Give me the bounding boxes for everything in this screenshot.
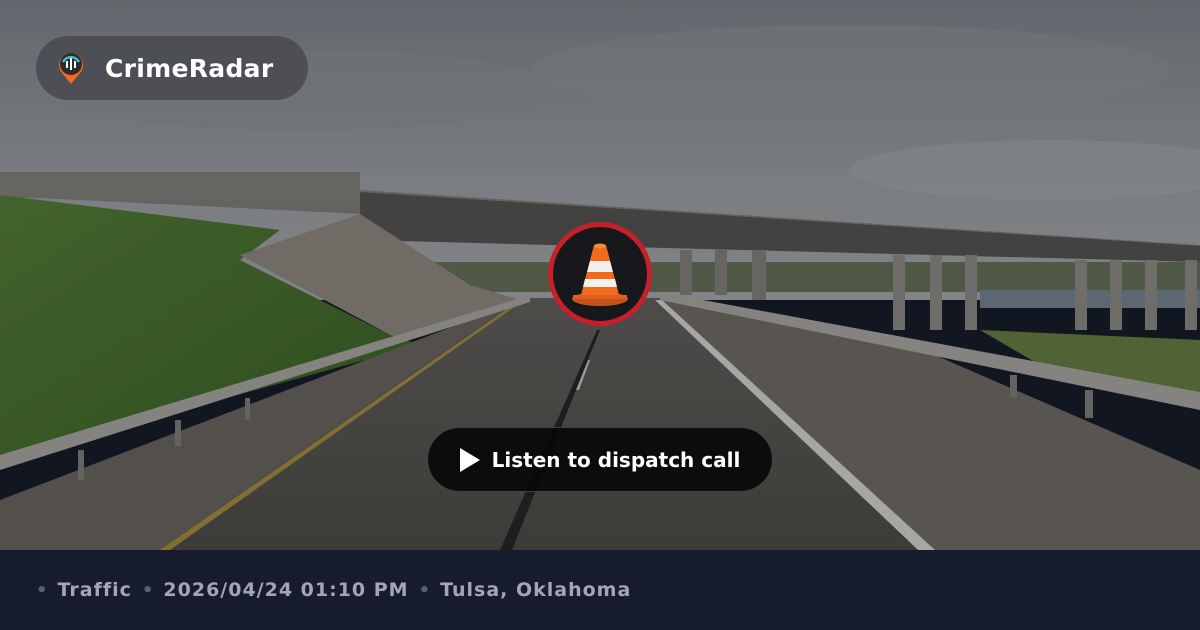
listen-dispatch-button[interactable]: Listen to dispatch call bbox=[427, 427, 773, 492]
meta-datetime: • 2026/04/24 01:10 PM bbox=[142, 579, 409, 601]
datetime-label: 2026/04/24 01:10 PM bbox=[163, 579, 409, 601]
traffic-cone-icon bbox=[572, 243, 628, 306]
radar-pin-icon bbox=[56, 51, 86, 85]
separator-dot: • bbox=[36, 579, 49, 601]
meta-location: • Tulsa, Oklahoma bbox=[419, 579, 632, 601]
listen-button-label: Listen to dispatch call bbox=[491, 447, 741, 472]
play-icon bbox=[459, 447, 480, 472]
category-label: Traffic bbox=[57, 579, 132, 601]
brand-name: CrimeRadar bbox=[105, 53, 274, 83]
meta-category: • Traffic bbox=[36, 579, 132, 601]
incident-category-badge bbox=[548, 222, 652, 326]
brand-badge[interactable]: CrimeRadar bbox=[36, 36, 308, 100]
separator-dot: • bbox=[141, 579, 155, 601]
incident-meta-bar: • Traffic • 2026/04/24 01:10 PM • Tulsa,… bbox=[0, 550, 1200, 630]
location-label: Tulsa, Oklahoma bbox=[440, 579, 632, 601]
separator-dot: • bbox=[418, 579, 432, 601]
